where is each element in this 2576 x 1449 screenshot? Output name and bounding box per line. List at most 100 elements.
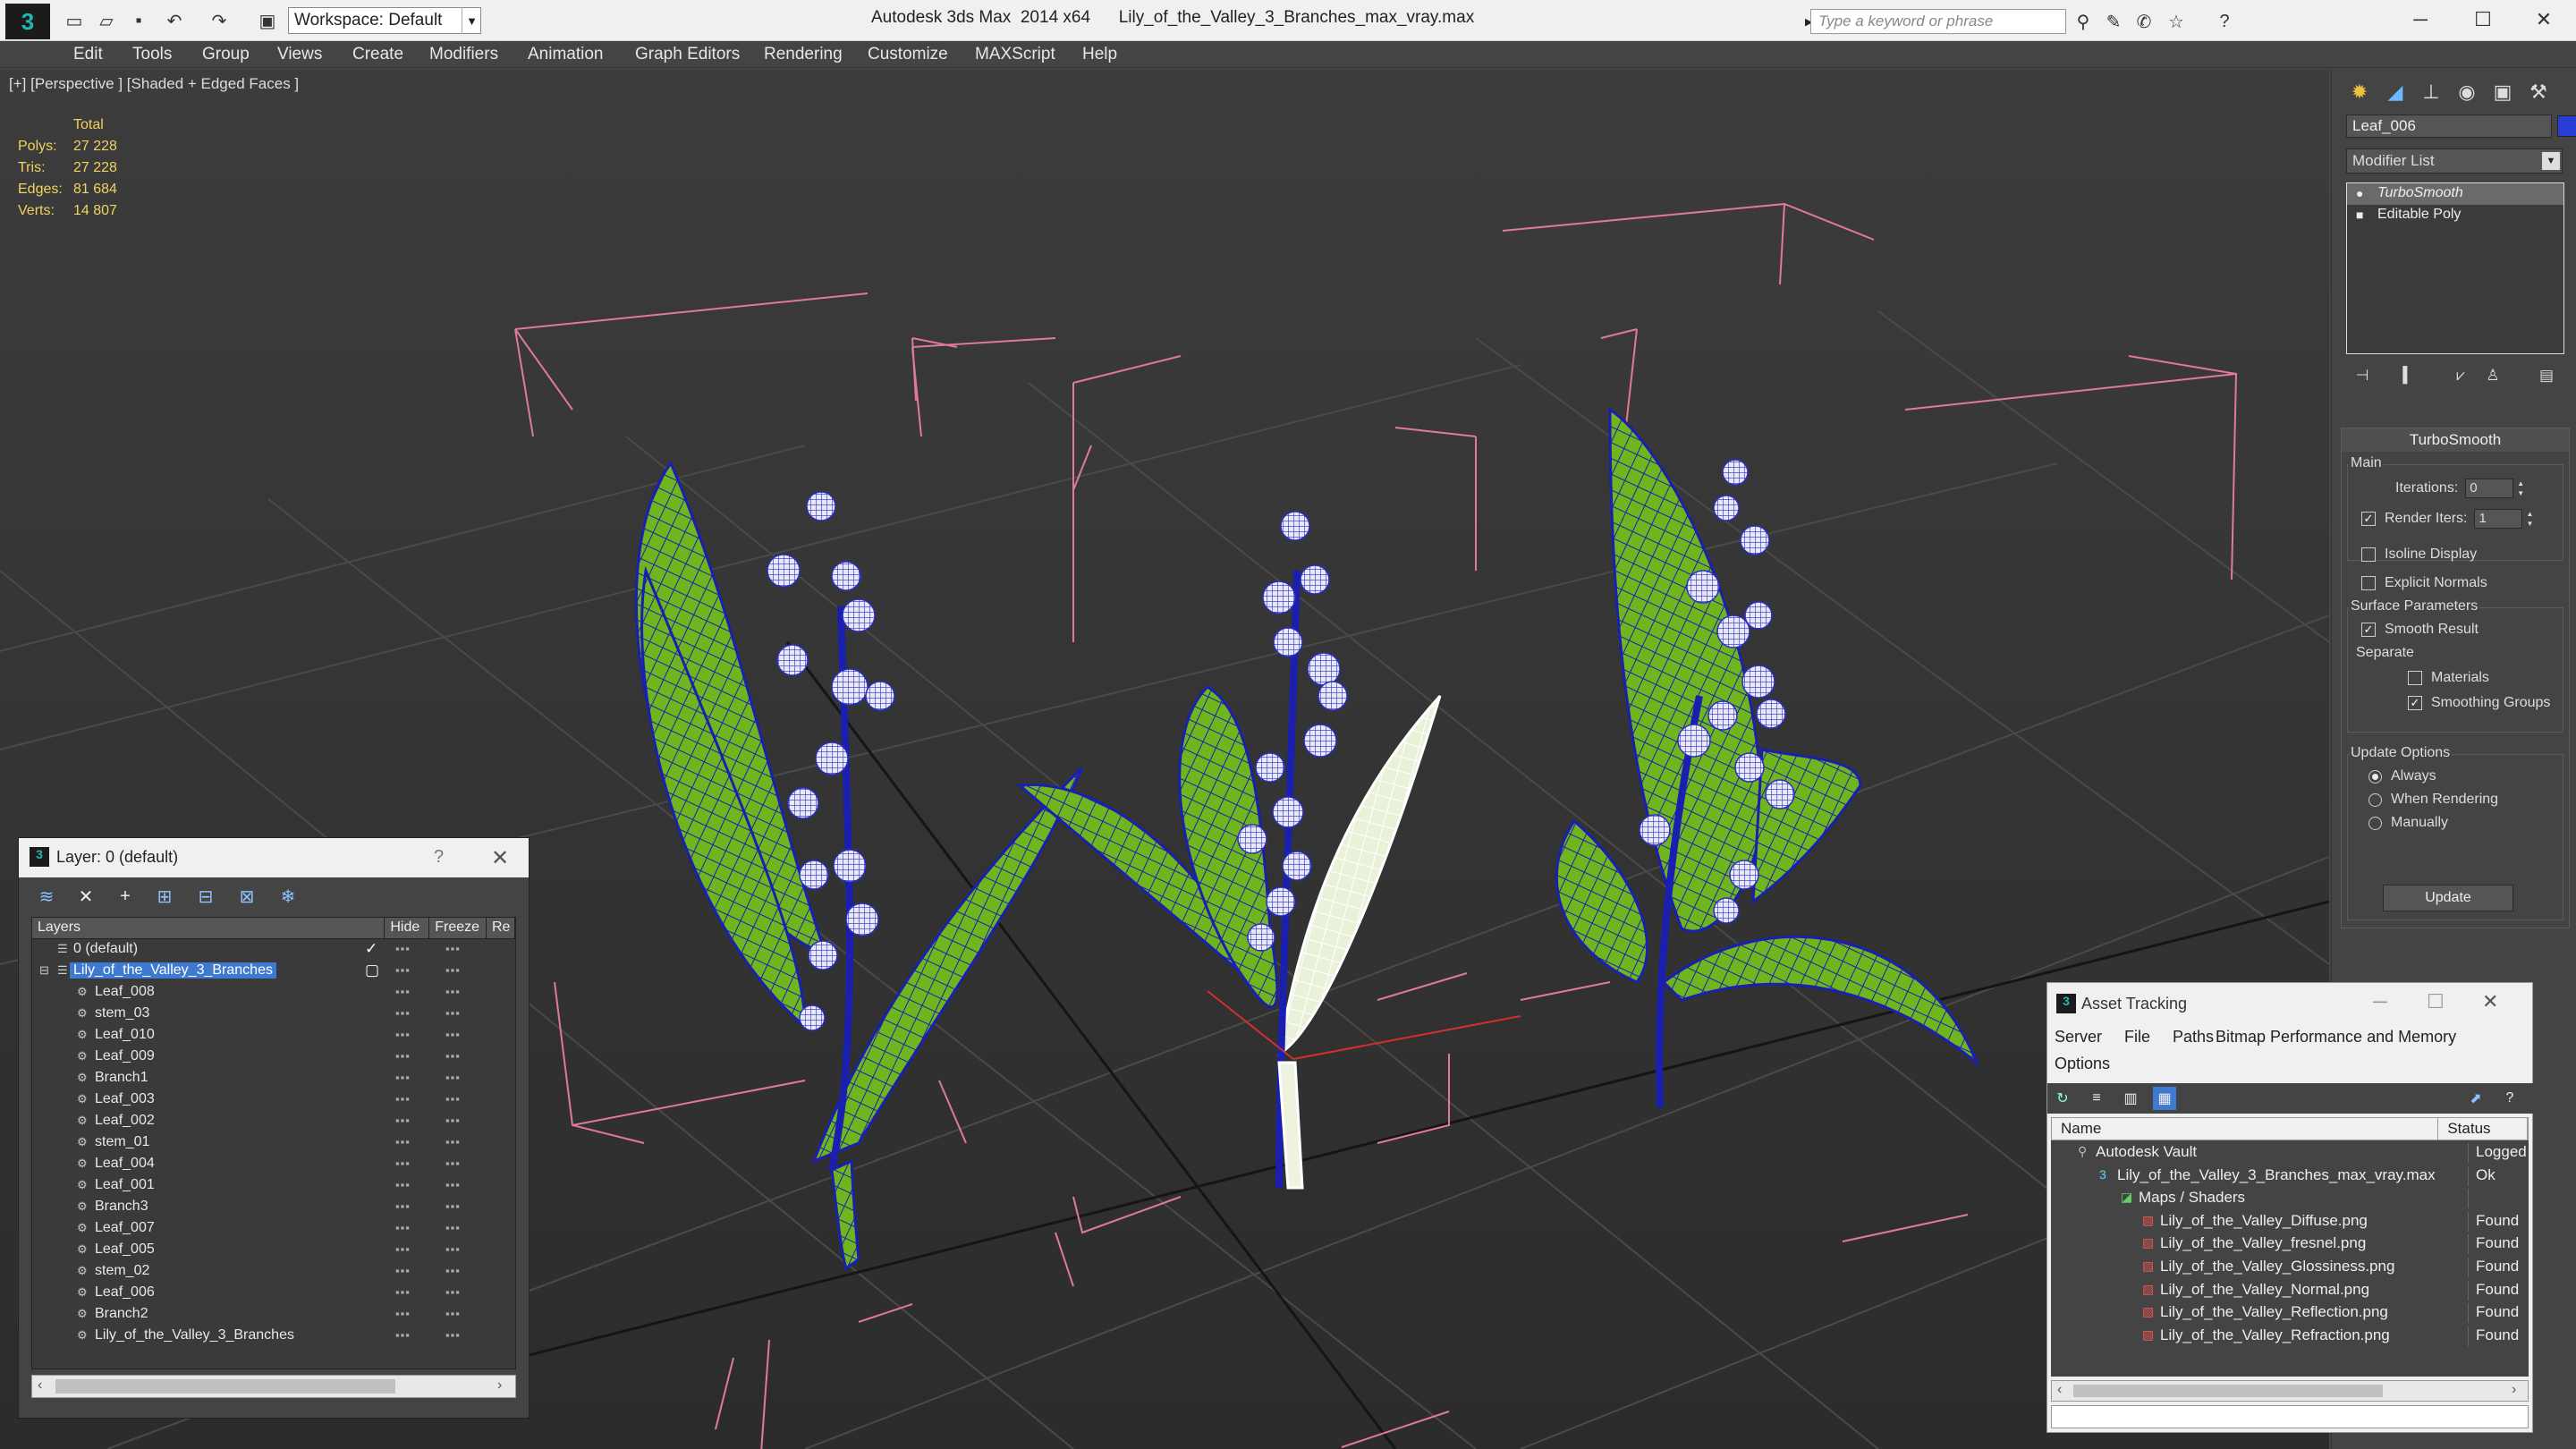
pin-stack-icon[interactable]: ⊣ xyxy=(2350,363,2375,388)
freeze-toggle[interactable]: ▪▪▪ xyxy=(445,985,461,998)
object-row[interactable]: ⚙ Leaf_010 ▪▪▪ ▪▪▪ xyxy=(32,1025,515,1046)
object-row[interactable]: ⚙ Leaf_006 ▪▪▪ ▪▪▪ xyxy=(32,1283,515,1304)
hide-toggle[interactable]: ▪▪▪ xyxy=(395,1028,411,1041)
close-icon[interactable]: ✕ xyxy=(2482,990,2498,1013)
object-row[interactable]: ⚙ Branch2 ▪▪▪ ▪▪▪ xyxy=(32,1304,515,1326)
spinner-arrows-icon[interactable]: ▲ ▼ xyxy=(2515,479,2526,498)
stack-item-editable-poly[interactable]: ■ Editable Poly xyxy=(2347,205,2563,226)
object-row[interactable]: ⚙ Leaf_009 ▪▪▪ ▪▪▪ xyxy=(32,1046,515,1068)
spinner-arrows-icon[interactable]: ▲ ▼ xyxy=(2524,509,2535,529)
chevron-right-icon[interactable]: › xyxy=(2512,1382,2516,1398)
asset-menu-file[interactable]: File xyxy=(2124,1028,2150,1046)
materials-checkbox[interactable] xyxy=(2408,671,2422,685)
asset-row[interactable]: ▧ Lily_of_the_Valley_fresnel.png Found xyxy=(2051,1232,2529,1255)
hide-toggle[interactable]: ▪▪▪ xyxy=(395,1071,411,1084)
communication-icon[interactable]: ✆ xyxy=(2132,10,2156,33)
maximize-icon[interactable]: ☐ xyxy=(2456,4,2510,36)
menu-customize[interactable]: Customize xyxy=(868,45,948,64)
turbosmooth-rollout-title[interactable]: TurboSmooth xyxy=(2342,428,2569,452)
delete-layer-icon[interactable]: ✕ xyxy=(72,883,99,910)
modifier-list-dropdown[interactable]: Modifier List ▼ xyxy=(2346,148,2563,174)
current-layer-check-icon[interactable]: ✓ xyxy=(365,940,377,958)
column-freeze[interactable]: Freeze xyxy=(429,918,487,938)
render-iters-checkbox[interactable]: ✓ xyxy=(2361,512,2376,526)
freeze-toggle[interactable]: ▪▪▪ xyxy=(445,1178,461,1191)
object-row[interactable]: ⚙ Leaf_007 ▪▪▪ ▪▪▪ xyxy=(32,1218,515,1240)
configure-sets-icon[interactable]: ▤ xyxy=(2534,363,2559,388)
stem-base-left[interactable] xyxy=(830,1158,860,1271)
open-file-icon[interactable]: ▱ xyxy=(95,9,118,32)
workspace-dropdown[interactable]: Workspace: Default xyxy=(288,7,481,34)
menu-help[interactable]: Help xyxy=(1082,45,1117,64)
redo-icon[interactable]: ↷ xyxy=(208,9,231,32)
make-unique-icon[interactable]: ⩗ xyxy=(2448,363,2473,388)
object-row[interactable]: ⚙ Lily_of_the_Valley_3_Branches ▪▪▪ ▪▪▪ xyxy=(32,1326,515,1347)
update-button[interactable]: Update xyxy=(2383,885,2513,911)
smoothing-groups-checkbox[interactable]: ✓ xyxy=(2408,696,2422,710)
favorites-icon[interactable]: ☆ xyxy=(2165,10,2188,33)
object-row[interactable]: ⚙ Leaf_004 ▪▪▪ ▪▪▪ xyxy=(32,1154,515,1175)
binoculars-icon[interactable]: ⚲ xyxy=(2072,10,2095,33)
select-in-layer-icon[interactable]: ⊞ xyxy=(151,883,178,910)
save-icon[interactable]: ▪ xyxy=(127,9,150,32)
freeze-toggle[interactable]: ▪▪▪ xyxy=(445,1135,461,1148)
object-row[interactable]: ⚙ Leaf_005 ▪▪▪ ▪▪▪ xyxy=(32,1240,515,1261)
object-color-swatch[interactable] xyxy=(2557,115,2576,137)
asset-menu-options[interactable]: Options xyxy=(2055,1055,2110,1073)
hide-toggle[interactable]: ▪▪▪ xyxy=(395,1157,411,1170)
iterations-spinner[interactable]: 0 xyxy=(2465,479,2514,498)
leaf-low-right[interactable] xyxy=(1555,818,1649,984)
render-iters-spinner[interactable]: 1 xyxy=(2474,509,2523,529)
object-row[interactable]: ⚙ Leaf_008 ▪▪▪ ▪▪▪ xyxy=(32,982,515,1004)
object-row[interactable]: ⚙ stem_02 ▪▪▪ ▪▪▪ xyxy=(32,1261,515,1283)
object-name-field[interactable]: Leaf_006 xyxy=(2346,114,2552,138)
app-logo-icon[interactable]: 3 xyxy=(5,4,50,39)
hide-all-layers-icon[interactable]: ⊠ xyxy=(233,883,260,910)
hide-toggle[interactable]: ▪▪▪ xyxy=(395,1092,411,1106)
create-tab-icon[interactable]: ✹ xyxy=(2344,77,2375,107)
freeze-toggle[interactable]: ▪▪▪ xyxy=(445,1114,461,1127)
hide-toggle[interactable]: ▪▪▪ xyxy=(395,1006,411,1020)
freeze-toggle[interactable]: ▪▪▪ xyxy=(445,963,461,977)
asset-row[interactable]: ▧ Lily_of_the_Valley_Diffuse.png Found xyxy=(2051,1209,2529,1233)
object-row[interactable]: ⚙ stem_03 ▪▪▪ ▪▪▪ xyxy=(32,1004,515,1025)
menu-rendering[interactable]: Rendering xyxy=(764,45,843,64)
freeze-toggle[interactable]: ▪▪▪ xyxy=(445,1328,461,1342)
new-file-icon[interactable]: ▭ xyxy=(63,9,86,32)
list-view-icon[interactable]: ≡ xyxy=(2085,1087,2108,1110)
chevron-down-icon[interactable]: ▼ xyxy=(462,7,481,34)
table-view-icon[interactable]: ▦ xyxy=(2153,1087,2176,1110)
help-icon[interactable]: ? xyxy=(434,847,444,868)
isoline-checkbox[interactable] xyxy=(2361,547,2376,562)
motion-tab-icon[interactable]: ◉ xyxy=(2452,77,2482,107)
hide-toggle[interactable]: ▪▪▪ xyxy=(395,1114,411,1127)
hide-toggle[interactable]: ▪▪▪ xyxy=(395,1242,411,1256)
menu-maxscript[interactable]: MAXScript xyxy=(975,45,1055,64)
leaf-tall-right[interactable] xyxy=(1608,407,1764,933)
freeze-toggle[interactable]: ▪▪▪ xyxy=(445,1071,461,1084)
current-layer-toggle-icon[interactable]: ▢ xyxy=(365,962,379,979)
leaf-side-right[interactable] xyxy=(1751,748,1862,905)
object-row[interactable]: ⚙ Leaf_002 ▪▪▪ ▪▪▪ xyxy=(32,1111,515,1132)
object-row[interactable]: ⚙ Branch1 ▪▪▪ ▪▪▪ xyxy=(32,1068,515,1089)
freeze-toggle[interactable]: ▪▪▪ xyxy=(445,1307,461,1320)
highlight-editor-icon[interactable]: ⬈ xyxy=(2464,1087,2487,1110)
utilities-tab-icon[interactable]: ⚒ xyxy=(2523,77,2554,107)
modify-tab-icon[interactable]: ◢ xyxy=(2380,77,2411,107)
object-row[interactable]: ⚙ Leaf_001 ▪▪▪ ▪▪▪ xyxy=(32,1175,515,1197)
asset-path-field[interactable] xyxy=(2051,1405,2529,1428)
chevron-left-icon[interactable]: ‹ xyxy=(38,1377,42,1394)
asset-row[interactable]: ▧ Lily_of_the_Valley_Normal.png Found xyxy=(2051,1278,2529,1301)
column-hide[interactable]: Hide xyxy=(385,918,430,938)
freeze-toggle[interactable]: ▪▪▪ xyxy=(445,1242,461,1256)
object-row[interactable]: ⚙ Leaf_003 ▪▪▪ ▪▪▪ xyxy=(32,1089,515,1111)
object-row[interactable]: ⚙ Branch3 ▪▪▪ ▪▪▪ xyxy=(32,1197,515,1218)
layer-row[interactable]: ☰ 0 (default) ✓ ▪▪▪ ▪▪▪ xyxy=(32,939,515,961)
hide-toggle[interactable]: ▪▪▪ xyxy=(395,1307,411,1320)
asset-menu-paths[interactable]: Paths xyxy=(2173,1028,2214,1046)
subscription-icon[interactable]: ✎ xyxy=(2102,10,2125,33)
column-status[interactable]: Status xyxy=(2438,1118,2528,1140)
menu-tools[interactable]: Tools xyxy=(132,45,172,64)
freeze-toggle[interactable]: ▪▪▪ xyxy=(445,1028,461,1041)
hide-toggle[interactable]: ▪▪▪ xyxy=(395,1221,411,1234)
